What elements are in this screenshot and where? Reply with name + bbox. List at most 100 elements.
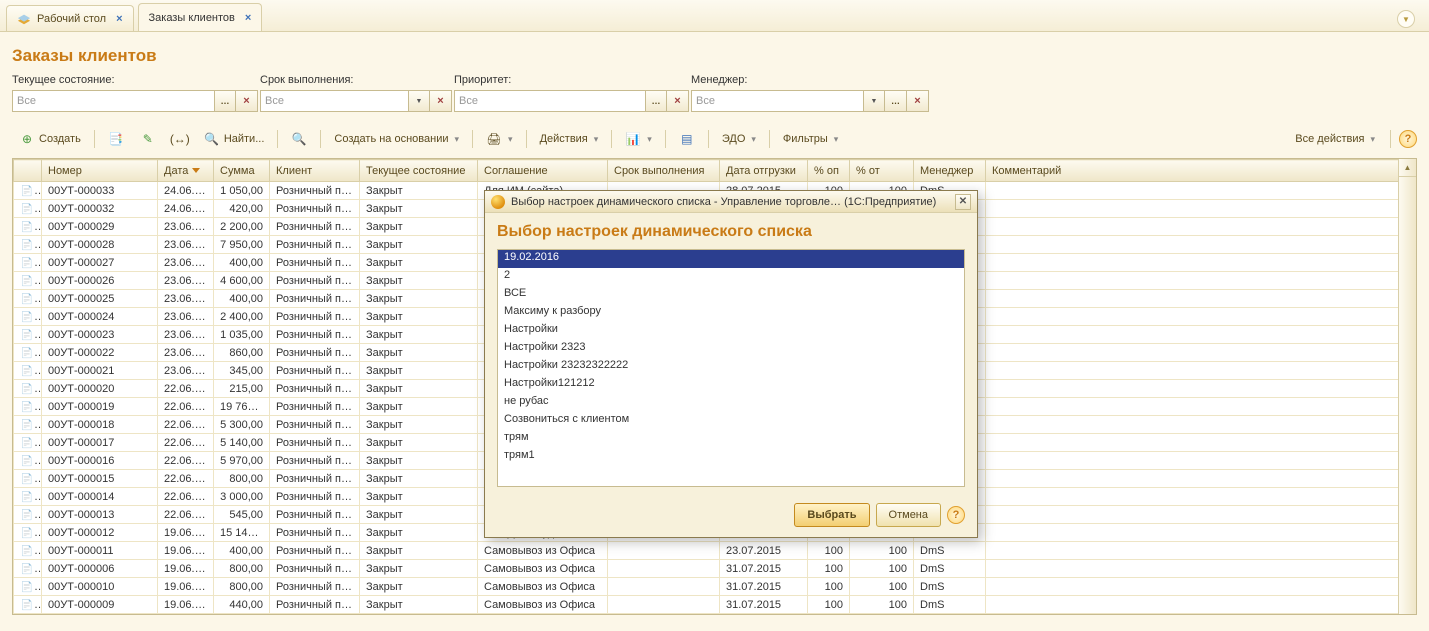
pencil-icon: ✎ [140, 131, 156, 147]
select-button[interactable]: Выбрать [794, 503, 869, 527]
tab-label: Рабочий стол [37, 13, 106, 25]
edit-button[interactable]: ✎ [133, 127, 163, 151]
document-icon [20, 221, 34, 233]
list-item[interactable]: Максиму к разбору [498, 304, 964, 322]
filter-label-manager: Менеджер: [691, 74, 929, 86]
filter-label-priority: Приоритет: [454, 74, 689, 86]
document-icon [20, 365, 34, 377]
close-icon[interactable]: × [116, 13, 122, 25]
table-row[interactable]: 00УТ-00001119.06.2…400,00Розничный по…За… [14, 542, 1416, 560]
edo-button[interactable]: ЭДО [715, 127, 763, 151]
dialog-title: Выбор настроек динамического списка - Уп… [511, 196, 949, 208]
column-header[interactable]: Текущее состояние [360, 160, 478, 182]
tab-desktop[interactable]: Рабочий стол × [6, 5, 134, 31]
swap-button[interactable]: (↔) [165, 127, 195, 151]
printer-icon: 🖨 [486, 131, 502, 147]
page-title: Заказы клиентов [12, 46, 1417, 66]
list-item[interactable]: ВСЕ [498, 286, 964, 304]
column-header[interactable]: Дата [158, 160, 214, 182]
tab-bar: Рабочий стол × Заказы клиентов × ▼ [0, 0, 1429, 32]
table-header-row: НомерДатаСуммаКлиентТекущее состояниеСог… [14, 160, 1416, 182]
column-header[interactable]: % оп [808, 160, 850, 182]
print-button[interactable]: 🖨 [479, 127, 520, 151]
help-button[interactable]: ? [947, 506, 965, 524]
document-icon [20, 473, 34, 485]
filter-state-input[interactable]: Все [12, 90, 214, 112]
clear-button[interactable]: × [907, 90, 929, 112]
column-header[interactable]: Срок выполнения [608, 160, 720, 182]
help-button[interactable]: ? [1399, 130, 1417, 148]
dialog-titlebar[interactable]: Выбор настроек динамического списка - Уп… [485, 191, 977, 213]
select-button[interactable] [645, 90, 667, 112]
create-based-button[interactable]: Создать на основании [327, 127, 466, 151]
select-button[interactable] [214, 90, 236, 112]
table-row[interactable]: 00УТ-00000919.06.2…440,00Розничный по…За… [14, 596, 1416, 614]
table-row[interactable]: 00УТ-00000619.06.2…800,00Розничный по…За… [14, 560, 1416, 578]
filters-button[interactable]: Фильтры [776, 127, 845, 151]
arrows-icon: (↔) [172, 131, 188, 147]
document-icon [20, 203, 34, 215]
column-header[interactable]: Дата отгрузки [720, 160, 808, 182]
tab-orders[interactable]: Заказы клиентов × [138, 3, 263, 31]
column-header[interactable]: Номер [42, 160, 158, 182]
list-item[interactable]: не рубас [498, 394, 964, 412]
list-item[interactable]: 19.02.2016 [498, 250, 964, 268]
document-icon [20, 185, 34, 197]
document-icon [20, 509, 34, 521]
list-item[interactable]: Настройки [498, 322, 964, 340]
search-icon: 🔍 [204, 131, 220, 147]
filter-priority-input[interactable]: Все [454, 90, 645, 112]
list-item[interactable]: трям1 [498, 448, 964, 466]
column-header[interactable] [14, 160, 42, 182]
app-logo-icon [491, 195, 505, 209]
column-header[interactable]: Соглашение [478, 160, 608, 182]
list-item[interactable]: Настройки 23232322222 [498, 358, 964, 376]
sort-desc-icon [192, 168, 200, 173]
clear-button[interactable]: × [236, 90, 258, 112]
tabs-menu-button[interactable]: ▼ [1397, 10, 1415, 28]
document-icon [20, 455, 34, 467]
find-button[interactable]: 🔍Найти... [197, 127, 272, 151]
list-view-button[interactable]: ▤ [672, 127, 702, 151]
document-icon [20, 329, 34, 341]
all-actions-button[interactable]: Все действия [1288, 127, 1382, 151]
document-icon [20, 491, 34, 503]
close-icon[interactable]: × [245, 12, 251, 24]
column-header[interactable]: Менеджер [914, 160, 986, 182]
copy-button[interactable]: 📑 [101, 127, 131, 151]
column-header[interactable]: Клиент [270, 160, 360, 182]
scroll-up-button[interactable]: ▲ [1399, 159, 1416, 177]
list-item[interactable]: Настройки 2323 [498, 340, 964, 358]
list-item[interactable]: 2 [498, 268, 964, 286]
column-header[interactable]: Комментарий [986, 160, 1416, 182]
select-button[interactable] [885, 90, 907, 112]
settings-listbox[interactable]: 19.02.20162ВСЕМаксиму к разборуНастройки… [497, 249, 965, 487]
zoom-button[interactable]: 🔍 [284, 127, 314, 151]
column-header[interactable]: Сумма [214, 160, 270, 182]
filter-manager-input[interactable]: Все [691, 90, 863, 112]
table-row[interactable]: 00УТ-00001019.06.2…800,00Розничный по…За… [14, 578, 1416, 596]
dropdown-button[interactable] [863, 90, 885, 112]
document-icon [20, 383, 34, 395]
report-button[interactable]: 📊 [618, 127, 659, 151]
copy-icon: 📑 [108, 131, 124, 147]
actions-button[interactable]: Действия [533, 127, 606, 151]
tab-label: Заказы клиентов [149, 12, 235, 24]
vertical-scrollbar[interactable]: ▲ [1398, 159, 1416, 614]
list-item[interactable]: трям [498, 430, 964, 448]
magnifier-icon: 🔍 [291, 131, 307, 147]
plus-icon: ⊕ [19, 131, 35, 147]
clear-button[interactable]: × [667, 90, 689, 112]
create-button[interactable]: ⊕Создать [12, 127, 88, 151]
document-icon [20, 563, 34, 575]
settings-picker-dialog: Выбор настроек динамического списка - Уп… [484, 190, 978, 538]
column-header[interactable]: % от [850, 160, 914, 182]
dialog-close-button[interactable]: ✕ [955, 194, 971, 210]
cancel-button[interactable]: Отмена [876, 503, 941, 527]
filter-due-input[interactable]: Все [260, 90, 408, 112]
list-item[interactable]: Настройки121212 [498, 376, 964, 394]
list-item[interactable]: Созвониться с клиентом [498, 412, 964, 430]
filter-label-state: Текущее состояние: [12, 74, 258, 86]
dropdown-button[interactable] [408, 90, 430, 112]
clear-button[interactable]: × [430, 90, 452, 112]
